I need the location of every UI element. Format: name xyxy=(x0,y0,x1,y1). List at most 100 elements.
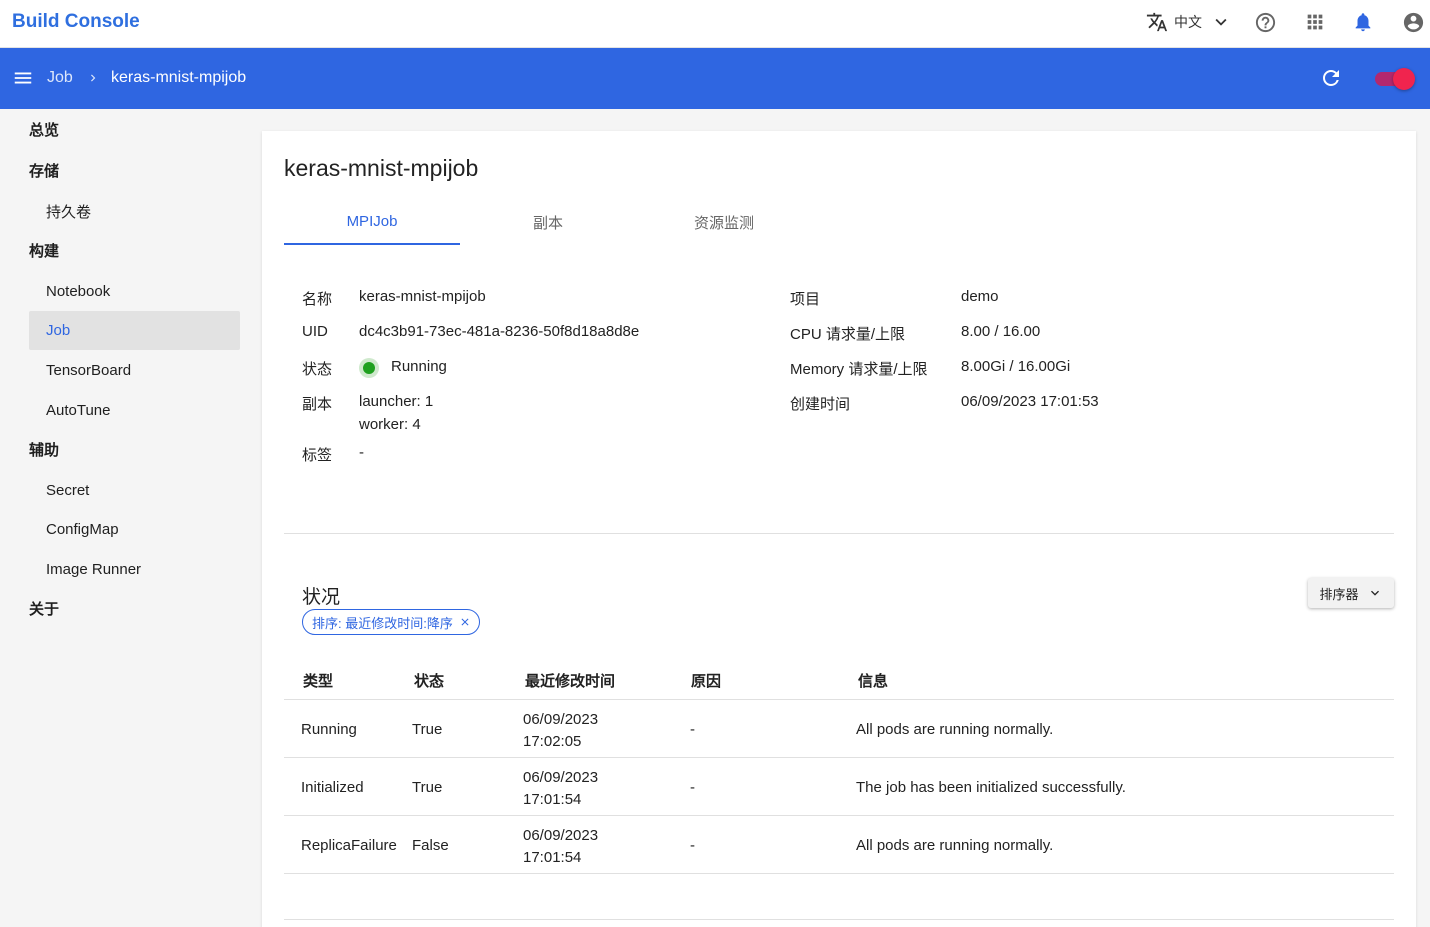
row-type: ReplicaFailure xyxy=(301,837,397,854)
sidebar-item-secret[interactable]: Secret xyxy=(29,471,240,510)
uid-label: UID xyxy=(302,323,328,340)
tab-bar: MPIJob 副本 资源监测 xyxy=(284,199,812,245)
refresh-icon[interactable] xyxy=(1319,66,1343,90)
toggle-knob xyxy=(1393,68,1415,90)
column-header-type[interactable]: 类型 xyxy=(303,670,333,691)
close-icon[interactable] xyxy=(459,616,471,628)
table-row: ReplicaFailure False 06/09/2023 17:01:54… xyxy=(284,816,1394,874)
labels-value: - xyxy=(359,444,364,461)
sidebar-item-storage[interactable]: 存储 xyxy=(29,151,59,190)
cpu-label: CPU 请求量/上限 xyxy=(790,326,906,343)
sort-chip[interactable]: 排序: 最近修改时间:降序 xyxy=(302,609,480,635)
cpu-value: 8.00 / 16.00 xyxy=(961,323,1041,340)
page-title: keras-mnist-mpijob xyxy=(284,155,479,181)
row-status: False xyxy=(412,837,449,854)
row-date: 06/09/2023 xyxy=(523,769,599,786)
help-icon xyxy=(1255,12,1275,32)
row-time: 17:01:54 xyxy=(523,849,582,866)
sidebar-item-autotune[interactable]: AutoTune xyxy=(29,391,240,430)
status-label: 状态 xyxy=(302,361,333,378)
account-button[interactable] xyxy=(1401,10,1425,34)
row-time: 17:02:05 xyxy=(523,733,582,750)
translate-icon xyxy=(1146,12,1168,32)
job-detail-card: keras-mnist-mpijob MPIJob 副本 资源监测 名称 ker… xyxy=(262,131,1416,927)
sidebar-item-persistent-volume[interactable]: 持久卷 xyxy=(29,192,240,231)
menu-icon[interactable] xyxy=(12,67,34,89)
column-header-status[interactable]: 状态 xyxy=(414,670,444,691)
status-value: Running xyxy=(391,358,447,375)
row-status: True xyxy=(412,721,443,738)
section-divider xyxy=(284,533,1394,534)
row-message: The job has been initialized successfull… xyxy=(856,779,1126,796)
row-reason: - xyxy=(690,779,695,796)
row-message: All pods are running normally. xyxy=(856,721,1054,738)
tab-resource-monitoring[interactable]: 资源监测 xyxy=(636,199,812,245)
created-label: 创建时间 xyxy=(790,396,851,413)
row-reason: - xyxy=(690,837,695,854)
row-reason: - xyxy=(690,721,695,738)
chevron-down-icon xyxy=(1370,590,1379,596)
memory-label: Memory 请求量/上限 xyxy=(790,361,928,378)
column-header-message[interactable]: 信息 xyxy=(858,670,888,691)
row-message: All pods are running normally. xyxy=(856,837,1054,854)
row-date: 06/09/2023 xyxy=(523,827,599,844)
top-bar: Build Console 中文 xyxy=(0,0,1430,48)
name-value: keras-mnist-mpijob xyxy=(359,288,486,305)
column-header-reason[interactable]: 原因 xyxy=(691,670,721,691)
table-row: Initialized True 06/09/2023 17:01:54 - T… xyxy=(284,758,1394,816)
sidebar-item-job[interactable]: Job xyxy=(29,311,240,350)
sidebar-item-image-runner[interactable]: Image Runner xyxy=(29,550,240,589)
breadcrumb-current: keras-mnist-mpijob xyxy=(111,69,247,86)
chevron-down-icon xyxy=(1215,18,1227,26)
section-divider xyxy=(284,919,1394,920)
sidebar-item-build[interactable]: 构建 xyxy=(29,231,59,270)
sidebar-item-configmap[interactable]: ConfigMap xyxy=(29,510,240,549)
breadcrumb-bar: Job keras-mnist-mpijob xyxy=(0,48,1430,109)
apps-button[interactable] xyxy=(1303,10,1327,34)
language-label: 中文 xyxy=(1174,14,1202,30)
uid-value: dc4c3b91-73ec-481a-8236-50f8d18a8d8e xyxy=(359,323,640,340)
created-value: 06/09/2023 17:01:53 xyxy=(961,393,1099,410)
conditions-title: 状况 xyxy=(302,587,341,608)
row-date: 06/09/2023 xyxy=(523,711,599,728)
bell-icon xyxy=(1355,13,1371,32)
notifications-button[interactable] xyxy=(1351,10,1375,34)
status-running-indicator xyxy=(359,358,379,378)
row-type: Initialized xyxy=(301,779,364,796)
app-title[interactable]: Build Console xyxy=(12,11,140,33)
language-selector[interactable]: 中文 xyxy=(1146,10,1232,34)
sidebar-item-overview[interactable]: 总览 xyxy=(29,110,59,149)
labels-label: 标签 xyxy=(302,447,333,464)
sidebar-item-tensorboard[interactable]: TensorBoard xyxy=(29,351,240,390)
table-row: Running True 06/09/2023 17:02:05 - All p… xyxy=(284,700,1394,758)
replica-worker: worker: 4 xyxy=(359,416,421,433)
tab-mpijob[interactable]: MPIJob xyxy=(284,199,460,245)
memory-value: 8.00Gi / 16.00Gi xyxy=(961,358,1071,375)
row-modified: 06/09/2023 17:01:54 xyxy=(523,825,598,869)
help-button[interactable] xyxy=(1253,10,1277,34)
name-label: 名称 xyxy=(302,291,333,308)
sidebar: 总览 存储 持久卷 构建 Notebook Job TensorBoard Au… xyxy=(0,109,250,927)
breadcrumb-parent[interactable]: Job xyxy=(47,69,73,87)
project-label: 项目 xyxy=(790,291,821,308)
account-icon xyxy=(1403,12,1423,32)
sort-chip-label: 排序: 最近修改时间:降序 xyxy=(312,615,453,631)
chevron-right-icon xyxy=(91,74,96,82)
sorter-label: 排序器 xyxy=(1319,586,1359,602)
sidebar-item-notebook[interactable]: Notebook xyxy=(29,272,240,311)
apps-grid-icon xyxy=(1307,14,1323,30)
sidebar-item-auxiliary[interactable]: 辅助 xyxy=(29,430,59,469)
row-type: Running xyxy=(301,721,357,738)
replicas-label: 副本 xyxy=(302,396,333,413)
replica-launcher: launcher: 1 xyxy=(359,393,434,410)
row-time: 17:01:54 xyxy=(523,791,582,808)
sidebar-item-about[interactable]: 关于 xyxy=(29,589,59,628)
tab-replicas[interactable]: 副本 xyxy=(460,199,636,245)
dark-mode-toggle[interactable] xyxy=(1373,67,1415,90)
sorter-button[interactable]: 排序器 xyxy=(1308,578,1394,608)
column-header-last-modified[interactable]: 最近修改时间 xyxy=(525,670,615,691)
row-status: True xyxy=(412,779,443,796)
project-value: demo xyxy=(961,288,999,305)
row-modified: 06/09/2023 17:01:54 xyxy=(523,767,598,811)
row-modified: 06/09/2023 17:02:05 xyxy=(523,709,598,753)
